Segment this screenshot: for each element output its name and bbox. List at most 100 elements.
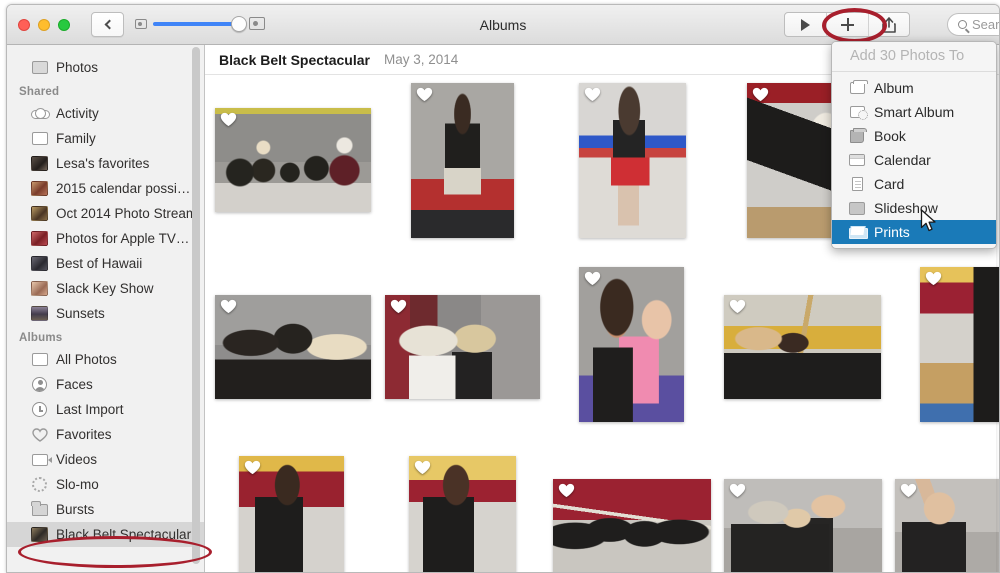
book-icon — [848, 127, 867, 144]
sidebar-item-best-of-hawaii[interactable]: Best of Hawaii — [7, 251, 204, 276]
album-thumbnail — [31, 281, 48, 296]
menu-item-album[interactable]: Album — [832, 76, 996, 100]
smart-album-icon — [848, 105, 868, 120]
sidebar-item-label: Oct 2014 Photo Stream — [56, 206, 198, 221]
sidebar-item-label: Family — [56, 131, 96, 146]
sidebar-item-photos-for-apple-tv[interactable]: Photos for Apple TV… — [7, 226, 204, 251]
sidebar-item-sunsets[interactable]: Sunsets — [7, 301, 204, 326]
menu-item-card[interactable]: Card — [832, 172, 996, 196]
photo-thumbnail[interactable] — [579, 267, 684, 422]
photo-thumbnail[interactable] — [409, 456, 516, 572]
album-thumbnail — [31, 206, 48, 221]
album-date: May 3, 2014 — [383, 52, 459, 67]
sidebar-item-last-import[interactable]: Last Import — [7, 397, 204, 422]
menu-item-prints[interactable]: Prints — [832, 220, 996, 244]
annotation-oval-add-button — [822, 8, 887, 43]
photo-thumbnail[interactable] — [411, 83, 514, 238]
sidebar-item-family[interactable]: Family — [7, 126, 204, 151]
favorite-heart-icon — [925, 271, 942, 286]
cloud-icon — [31, 106, 50, 121]
sidebar-item-slo-mo[interactable]: Slo-mo — [7, 472, 204, 497]
sidebar-item-photos[interactable]: Photos — [7, 55, 204, 80]
photo-thumbnail[interactable] — [215, 108, 371, 212]
photo-thumbnail[interactable] — [553, 479, 711, 572]
menu-item-slideshow[interactable]: Slideshow — [832, 196, 996, 220]
favorite-heart-icon — [729, 299, 746, 314]
sidebar-item-label: Photos for Apple TV… — [56, 231, 190, 246]
sidebar-item-lesas-favorites[interactable]: Lesa's favorites — [7, 151, 204, 176]
album-thumbnail — [31, 156, 48, 171]
search-placeholder: Search — [972, 17, 1000, 32]
person-icon — [31, 377, 48, 392]
folder-icon — [31, 500, 48, 517]
sidebar-item-label: Best of Hawaii — [56, 256, 143, 271]
slideshow-play-button[interactable] — [785, 13, 826, 36]
photo-thumbnail[interactable] — [579, 83, 686, 238]
slideshow-icon — [848, 201, 866, 216]
search-input[interactable]: Search — [947, 13, 1000, 36]
photo-thumbnail[interactable] — [385, 295, 540, 399]
sidebar-item-label: Faces — [56, 377, 93, 392]
photo-thumbnail[interactable] — [724, 295, 881, 399]
album-thumbnail — [31, 181, 48, 196]
sidebar[interactable]: Photos Shared Activity Family Lesa's fav… — [7, 45, 205, 572]
favorite-heart-icon — [900, 483, 917, 498]
slomo-icon — [31, 477, 48, 492]
menu-item-book[interactable]: Book — [832, 124, 996, 148]
menu-item-label: Prints — [874, 224, 910, 240]
sidebar-item-label: Black Belt Spectacular — [56, 527, 192, 542]
album-frame-icon — [31, 352, 48, 367]
sidebar-item-all-photos[interactable]: All Photos — [7, 347, 204, 372]
album-frame-icon — [31, 131, 48, 146]
album-thumbnail — [31, 306, 48, 321]
favorite-heart-icon — [416, 87, 433, 102]
favorite-heart-icon — [390, 299, 407, 314]
sidebar-item-2015-calendar[interactable]: 2015 calendar possi… — [7, 176, 204, 201]
album-thumbnail — [31, 256, 48, 271]
photo-thumbnail[interactable] — [724, 479, 882, 572]
search-icon — [958, 20, 967, 29]
favorite-heart-icon — [584, 87, 601, 102]
prints-icon — [848, 225, 868, 240]
album-thumbnail — [31, 231, 48, 246]
card-icon — [848, 177, 866, 192]
sidebar-scrollbar[interactable] — [192, 47, 200, 564]
sidebar-item-activity[interactable]: Activity — [7, 101, 204, 126]
sidebar-item-videos[interactable]: Videos — [7, 447, 204, 472]
sidebar-item-favorites[interactable]: Favorites — [7, 422, 204, 447]
sidebar-item-label: Lesa's favorites — [56, 156, 150, 171]
menu-item-label: Album — [874, 80, 914, 96]
sidebar-item-faces[interactable]: Faces — [7, 372, 204, 397]
favorite-heart-icon — [220, 112, 237, 127]
page-title: Black Belt Spectacular — [219, 51, 370, 68]
sidebar-group-shared-title: Shared — [19, 86, 60, 98]
photo-thumbnail[interactable] — [895, 479, 999, 572]
sidebar-item-bursts[interactable]: Bursts — [7, 497, 204, 522]
calendar-icon — [848, 153, 866, 168]
favorite-heart-icon — [752, 87, 769, 102]
photo-thumbnail[interactable] — [239, 456, 344, 572]
photo-thumbnail[interactable] — [920, 267, 999, 422]
menu-item-label: Card — [874, 176, 905, 192]
sidebar-item-label: Photos — [56, 60, 99, 75]
photo-thumbnail[interactable] — [215, 295, 371, 399]
add-to-menu[interactable]: Add 30 Photos To Album Smart Album Book … — [831, 41, 997, 249]
favorite-heart-icon — [220, 299, 237, 314]
favorite-heart-icon — [729, 483, 746, 498]
favorite-heart-icon — [414, 460, 431, 475]
sidebar-item-slack-key-show[interactable]: Slack Key Show — [7, 276, 204, 301]
sidebar-item-label: Last Import — [56, 402, 124, 417]
sidebar-item-label: All Photos — [56, 352, 117, 367]
sidebar-item-oct-2014-photo-stream[interactable]: Oct 2014 Photo Stream — [7, 201, 204, 226]
clock-icon — [31, 402, 48, 417]
photos-app-window: Albums Search — [0, 0, 1000, 573]
sidebar-item-label: Videos — [56, 452, 98, 467]
menu-item-label: Book — [874, 128, 906, 144]
sidebar-item-black-belt-spectacular[interactable]: Black Belt Spectacular — [7, 522, 204, 547]
sidebar-item-label: Favorites — [56, 427, 112, 442]
mouse-pointer — [920, 209, 936, 232]
menu-item-smart-album[interactable]: Smart Album — [832, 100, 996, 124]
video-icon — [31, 452, 52, 467]
menu-item-calendar[interactable]: Calendar — [832, 148, 996, 172]
menu-item-label: Smart Album — [874, 104, 955, 120]
